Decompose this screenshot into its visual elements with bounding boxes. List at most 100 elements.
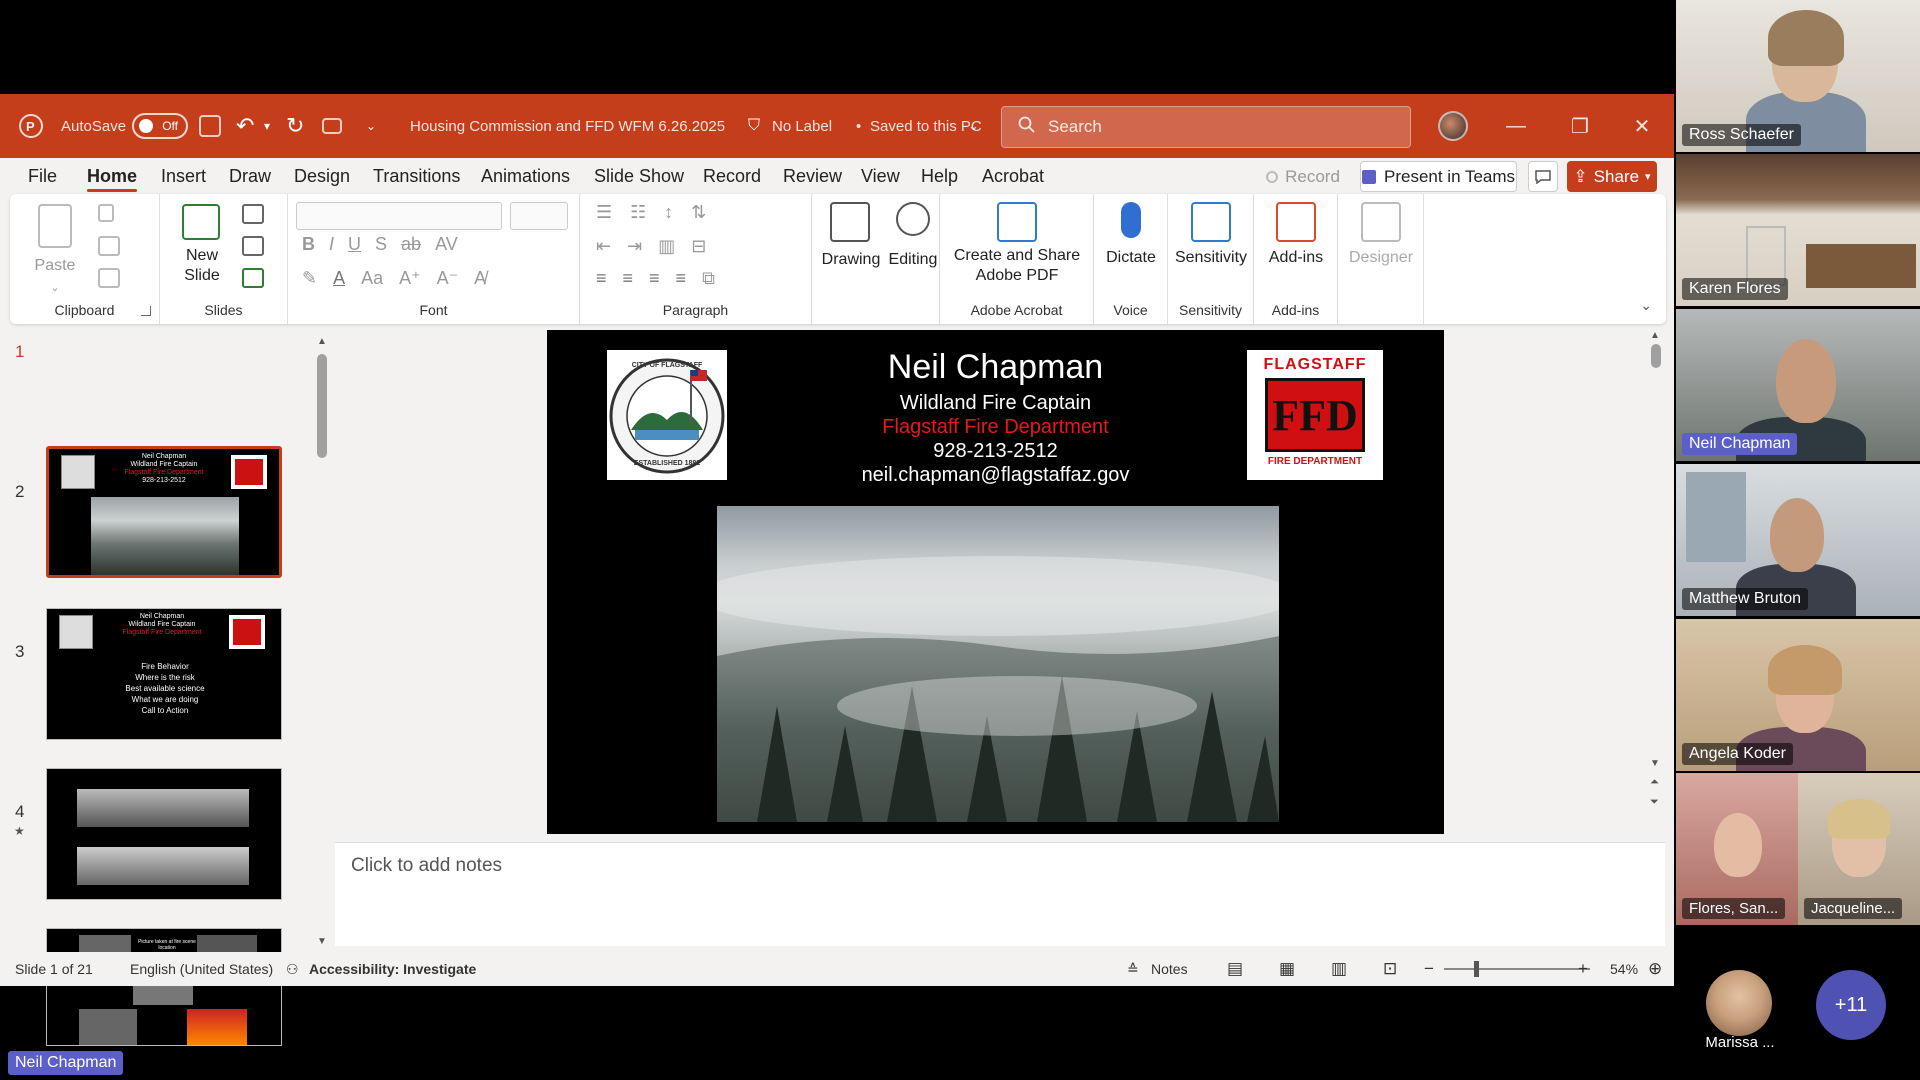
participant-tile[interactable]: Jacqueline... bbox=[1798, 773, 1920, 925]
numbering-icon[interactable]: ☷ bbox=[630, 202, 646, 223]
zoom-slider[interactable] bbox=[1444, 961, 1590, 977]
zoom-level[interactable]: 54% bbox=[1610, 952, 1638, 986]
record-button[interactable]: Record bbox=[1263, 161, 1343, 192]
designer-icon[interactable] bbox=[1361, 202, 1401, 242]
redo-icon[interactable]: ↻ bbox=[286, 94, 304, 158]
share-button[interactable]: ⇪ Share ▾ bbox=[1567, 161, 1657, 192]
reset-icon[interactable] bbox=[242, 236, 264, 256]
format-painter-icon[interactable] bbox=[98, 268, 120, 288]
new-slide-icon[interactable] bbox=[182, 204, 220, 240]
editing-icon[interactable] bbox=[896, 202, 930, 236]
italic-icon[interactable]: I bbox=[329, 234, 334, 255]
align-text-icon[interactable]: ⊟ bbox=[691, 236, 706, 257]
participant-tile[interactable]: Matthew Bruton bbox=[1676, 464, 1920, 616]
customize-qat-icon[interactable]: ⌄ bbox=[366, 94, 376, 158]
notes-toggle[interactable]: Notes bbox=[1151, 952, 1188, 986]
drawing-button[interactable]: Drawing bbox=[812, 250, 890, 270]
tab-acrobat[interactable]: Acrobat bbox=[982, 158, 1044, 194]
copy-icon[interactable] bbox=[98, 236, 120, 256]
change-case-icon[interactable]: Aa bbox=[361, 268, 383, 289]
increase-indent-icon[interactable]: ⇥ bbox=[627, 236, 642, 257]
justify-icon[interactable]: ≡ bbox=[676, 268, 687, 289]
undo-icon[interactable]: ↶ bbox=[236, 94, 254, 158]
search-input[interactable]: Search bbox=[1001, 106, 1411, 148]
scroll-up-icon[interactable]: ▲ bbox=[1650, 330, 1660, 341]
cut-icon[interactable] bbox=[98, 204, 114, 222]
create-share-pdf-button-line2[interactable]: Adobe PDF bbox=[940, 266, 1094, 286]
shadow-icon[interactable]: S bbox=[375, 234, 387, 255]
normal-view-icon[interactable]: ▤ bbox=[1227, 952, 1243, 986]
notes-pane[interactable]: Click to add notes bbox=[335, 842, 1665, 946]
microphone-icon[interactable] bbox=[1121, 202, 1141, 238]
tab-slide-show[interactable]: Slide Show bbox=[594, 158, 684, 194]
layout-icon[interactable] bbox=[242, 204, 264, 224]
bold-icon[interactable]: B bbox=[302, 234, 315, 255]
strikethrough-icon[interactable]: ab bbox=[401, 234, 421, 255]
tab-animations[interactable]: Animations bbox=[481, 158, 570, 194]
tab-transitions[interactable]: Transitions bbox=[373, 158, 460, 194]
addins-button[interactable]: Add-ins bbox=[1254, 248, 1338, 268]
zoom-slider-handle[interactable] bbox=[1474, 961, 1479, 977]
slide-thumbnail-2[interactable]: Neil Chapman Wildland Fire Captain Flags… bbox=[46, 608, 282, 740]
clear-format-icon[interactable]: A̸ bbox=[474, 268, 486, 289]
columns-icon[interactable]: ▥ bbox=[658, 236, 675, 257]
new-slide-button[interactable]: New bbox=[172, 246, 232, 266]
scrollbar-thumb[interactable] bbox=[1651, 344, 1661, 368]
create-share-pdf-button[interactable]: Create and Share bbox=[940, 246, 1094, 266]
restore-icon[interactable]: ❐ bbox=[1550, 94, 1610, 158]
font-size-select[interactable] bbox=[510, 202, 568, 230]
font-family-select[interactable] bbox=[296, 202, 502, 230]
addins-icon[interactable] bbox=[1276, 202, 1316, 242]
line-spacing-icon[interactable]: ↕ bbox=[664, 202, 673, 223]
slide-thumbnail-1[interactable]: Neil Chapman Wildland Fire Captain Flags… bbox=[46, 446, 282, 578]
paste-icon[interactable] bbox=[38, 204, 72, 248]
scrollbar-thumb[interactable] bbox=[317, 354, 327, 458]
accessibility-status[interactable]: Accessibility: Investigate bbox=[309, 952, 476, 986]
scroll-down-icon[interactable]: ▼ bbox=[1650, 758, 1660, 769]
save-status[interactable]: Saved to this PC bbox=[870, 94, 982, 158]
slide-thumbnail-3[interactable] bbox=[46, 768, 282, 900]
tab-insert[interactable]: Insert bbox=[161, 158, 206, 194]
present-in-teams-button[interactable]: Present in Teams bbox=[1360, 161, 1517, 192]
tab-home[interactable]: Home bbox=[87, 158, 138, 194]
zoom-out-icon[interactable]: − bbox=[1424, 952, 1434, 986]
document-title[interactable]: Housing Commission and FFD WFM 6.26.2025 bbox=[410, 94, 725, 158]
account-avatar[interactable] bbox=[1438, 111, 1468, 141]
previous-slide-icon[interactable]: ⏶ bbox=[1650, 776, 1659, 789]
font-color-icon[interactable]: A bbox=[333, 268, 345, 289]
editing-button[interactable]: Editing bbox=[882, 250, 944, 270]
align-center-icon[interactable]: ≡ bbox=[623, 268, 634, 289]
grow-font-icon[interactable]: A⁺ bbox=[399, 268, 421, 289]
present-from-start-icon[interactable] bbox=[322, 94, 342, 158]
align-left-icon[interactable]: ≡ bbox=[596, 268, 607, 289]
slide-sorter-icon[interactable]: ▦ bbox=[1279, 952, 1295, 986]
text-direction-icon[interactable]: ⇅ bbox=[691, 202, 706, 223]
editor-scrollbar[interactable]: ▲ ▼ ⏶ ⏷ bbox=[1649, 330, 1663, 830]
thumbnail-scrollbar[interactable]: ▲ ▼ bbox=[317, 336, 327, 947]
chevron-down-icon[interactable]: ⌄ bbox=[50, 278, 60, 298]
minimize-icon[interactable]: — bbox=[1486, 94, 1546, 158]
next-slide-icon[interactable]: ⏷ bbox=[1650, 796, 1659, 809]
participant-tile[interactable]: Angela Koder bbox=[1676, 619, 1920, 771]
tab-review[interactable]: Review bbox=[783, 158, 842, 194]
save-icon[interactable] bbox=[199, 94, 221, 158]
reading-view-icon[interactable]: ▥ bbox=[1331, 952, 1347, 986]
autosave-toggle[interactable]: Off bbox=[132, 113, 188, 139]
comments-icon[interactable] bbox=[1528, 161, 1558, 192]
scroll-up-icon[interactable]: ▲ bbox=[317, 336, 327, 347]
sensitivity-button[interactable]: Sensitivity bbox=[1168, 248, 1254, 268]
adobe-pdf-icon[interactable] bbox=[997, 202, 1037, 242]
slide-thumbnail-4[interactable]: Picture taken at fire scene location bbox=[46, 928, 282, 1046]
undo-dropdown-icon[interactable]: ▾ bbox=[264, 94, 270, 158]
scroll-down-icon[interactable]: ▼ bbox=[317, 936, 327, 947]
tab-record[interactable]: Record bbox=[703, 158, 761, 194]
label-status[interactable]: No Label bbox=[772, 94, 832, 158]
zoom-in-icon[interactable]: + bbox=[1578, 952, 1588, 986]
notes-placeholder[interactable]: Click to add notes bbox=[351, 855, 502, 877]
collapse-ribbon-icon[interactable]: ⌄ bbox=[1640, 297, 1652, 314]
dialog-launcher-icon[interactable] bbox=[141, 306, 151, 316]
tab-file[interactable]: File bbox=[28, 158, 57, 194]
participant-tile[interactable]: Flores, San... bbox=[1676, 773, 1798, 925]
drawing-icon[interactable] bbox=[830, 202, 870, 242]
tab-design[interactable]: Design bbox=[294, 158, 350, 194]
